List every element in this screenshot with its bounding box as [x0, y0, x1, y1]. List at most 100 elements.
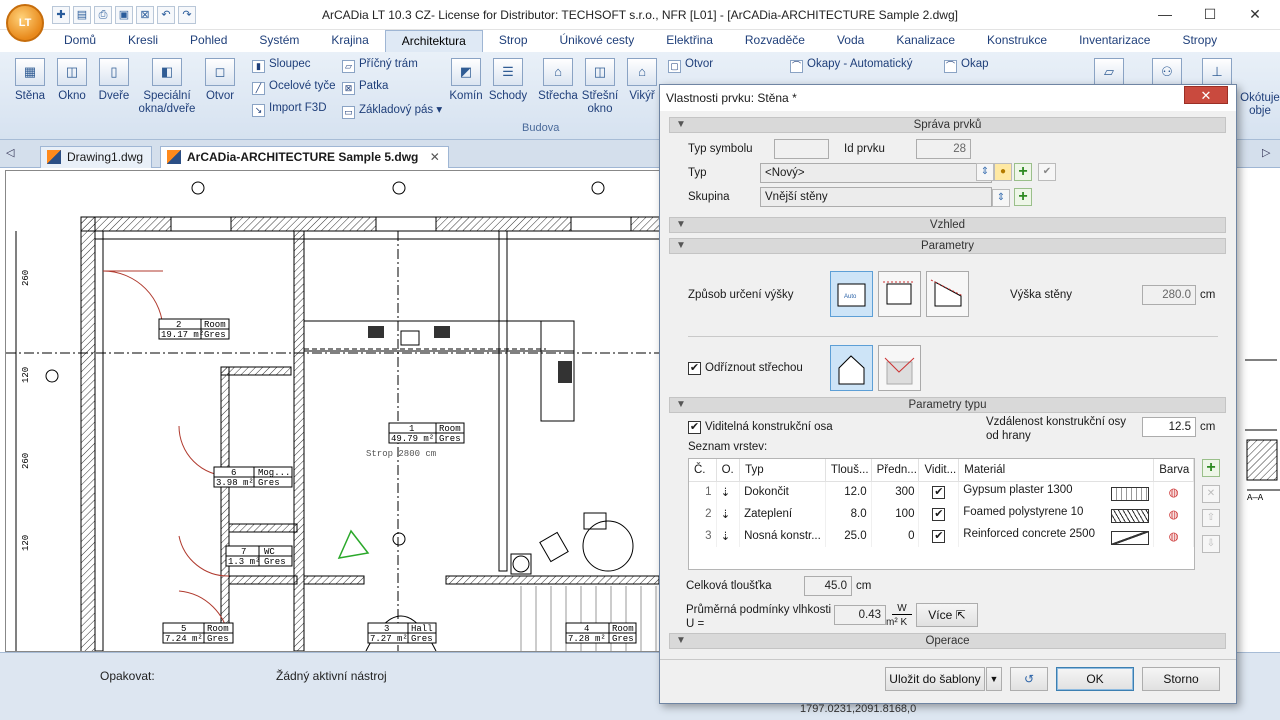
tab-stropy[interactable]: Stropy — [1166, 30, 1233, 52]
close-window-button[interactable]: ✕ — [1240, 4, 1270, 26]
type-dropdown-icon[interactable]: ⇕ — [976, 163, 994, 181]
height-mode-sloped-button[interactable] — [926, 271, 969, 317]
col-type[interactable]: Typ — [739, 459, 826, 482]
layer-visible-checkbox[interactable]: ✔ — [918, 503, 960, 525]
delete-layer-icon[interactable]: ✕ — [1202, 485, 1220, 503]
section-type-parameters[interactable]: ▼ Parametry typu — [669, 397, 1226, 413]
opening-button[interactable]: ◻ Otvor — [202, 58, 238, 103]
table-row[interactable]: 3 ⇣ Nosná konstr... 25.0 0 ✔ Reinforced … — [689, 525, 1194, 547]
tab-strop[interactable]: Strop — [483, 30, 544, 52]
tab-konstrukce[interactable]: Konstrukce — [971, 30, 1063, 52]
col-material[interactable]: Materiál — [958, 459, 1155, 482]
tab-inventarizace[interactable]: Inventarizace — [1063, 30, 1166, 52]
wall-height-field[interactable]: 280.0 — [1142, 285, 1196, 305]
minimize-button[interactable]: — — [1150, 4, 1180, 26]
group-select[interactable]: Vnější stěny — [760, 187, 992, 207]
tab-pohled[interactable]: Pohled — [174, 30, 243, 52]
tab-voda[interactable]: Voda — [821, 30, 880, 52]
tab-elektrina[interactable]: Elektřina — [650, 30, 729, 52]
height-mode-auto-button[interactable]: Auto — [830, 271, 873, 317]
wall-button[interactable]: ▦ Stěna — [12, 58, 48, 103]
restore-button[interactable]: ↺ — [1010, 667, 1048, 691]
orient-icon[interactable]: ⇣ — [716, 525, 741, 547]
tab-unikove-cesty[interactable]: Únikové cesty — [544, 30, 651, 52]
cut-by-roof-checkbox[interactable]: ✔ — [688, 362, 701, 375]
more-button[interactable]: Více ⇱ — [916, 603, 978, 627]
steel-bars-button[interactable]: ╱ Ocelové tyče — [252, 80, 335, 95]
tab-system[interactable]: Systém — [243, 30, 315, 52]
move-layer-up-icon[interactable]: ⇧ — [1202, 509, 1220, 527]
doc-tab-drawing1[interactable]: Drawing1.dwg — [40, 146, 153, 168]
col-color[interactable]: Barva — [1153, 459, 1194, 482]
tabs-scroll-right-icon[interactable]: ▷ — [1262, 146, 1270, 159]
tab-rozvadece[interactable]: Rozvaděče — [729, 30, 821, 52]
roof-window-button[interactable]: ◫ Střešní okno — [580, 58, 620, 116]
add-type-button[interactable]: + — [1014, 163, 1032, 181]
col-no[interactable]: Č. — [689, 459, 717, 482]
height-mode-fixed-button[interactable] — [878, 271, 921, 317]
col-priority[interactable]: Předn... — [871, 459, 920, 482]
import-f3d-button[interactable]: ↘ Import F3D — [252, 102, 327, 117]
tab-architektura[interactable]: Architektura — [384, 30, 483, 52]
col-thickness[interactable]: Tlouš... — [825, 459, 872, 482]
add-layer-button[interactable]: + — [1202, 459, 1220, 477]
doc-tab-sample5[interactable]: ArCADia-ARCHITECTURE Sample 5.dwg ✕ — [160, 146, 449, 168]
special-windows-button[interactable]: ◧ Speciální okna/dveře — [136, 58, 198, 116]
color-picker-icon[interactable]: ◍ — [1153, 481, 1194, 503]
maximize-button[interactable]: ☐ — [1195, 4, 1225, 26]
window-button[interactable]: ◫ Okno — [54, 58, 90, 103]
drawing-canvas-right[interactable]: A—A — [1236, 170, 1280, 652]
axis-distance-field[interactable]: 12.5 — [1142, 417, 1196, 437]
section-element-management[interactable]: ▼ Správa prvků — [669, 117, 1226, 133]
roof-button[interactable]: ⌂ Střecha — [538, 58, 578, 103]
app-logo[interactable]: LT — [6, 4, 44, 42]
tab-krajina[interactable]: Krajina — [315, 30, 384, 52]
col-orient[interactable]: O. — [716, 459, 741, 482]
auto-gutters-button[interactable]: ⌒ Okapy - Automatický — [790, 58, 912, 73]
tab-kanalizace[interactable]: Kanalizace — [880, 30, 971, 52]
roof-cut-mode-b-button[interactable] — [878, 345, 921, 391]
tab-kresli[interactable]: Kresli — [112, 30, 174, 52]
layer-visible-checkbox[interactable]: ✔ — [918, 525, 960, 547]
confirm-type-icon[interactable]: ✔ — [1038, 163, 1056, 181]
footing-button[interactable]: ⊠ Patka — [342, 80, 388, 95]
section-parameters[interactable]: ▼ Parametry — [669, 238, 1226, 254]
ok-button[interactable]: OK — [1056, 667, 1134, 691]
table-row[interactable]: 2 ⇣ Zateplení 8.0 100 ✔ Foamed polystyre… — [689, 503, 1194, 525]
group-dropdown-icon[interactable]: ⇕ — [992, 189, 1010, 207]
drawing-canvas[interactable]: 260 120 260 120 Strop 2800 cm 2 Room 19.17… — [5, 170, 660, 652]
column-button[interactable]: ▮ Sloupec — [252, 58, 311, 73]
section-operations[interactable]: ▼ Operace — [669, 633, 1226, 649]
dialog-close-button[interactable]: ✕ — [1184, 86, 1228, 104]
cancel-button[interactable]: Storno — [1142, 667, 1220, 691]
add-group-button[interactable]: + — [1014, 188, 1032, 206]
dimension-objects-button[interactable]: Okótuje obje — [1240, 92, 1280, 118]
col-visible[interactable]: Vidit... — [918, 459, 960, 482]
layer-visible-checkbox[interactable]: ✔ — [918, 481, 960, 503]
chimney-button[interactable]: ◩ Komín — [448, 58, 484, 103]
orient-icon[interactable]: ⇣ — [716, 481, 741, 503]
opening-small-button[interactable]: ▢ Otvor — [668, 58, 713, 73]
type-select[interactable]: <Nový> — [760, 163, 992, 183]
dormer-button[interactable]: ⌂ Vikýř — [626, 58, 658, 103]
stairs-button[interactable]: ☰ Schody — [488, 58, 528, 103]
section-appearance[interactable]: ▼ Vzhled — [669, 217, 1226, 233]
visible-axis-checkbox[interactable]: ✔ — [688, 421, 701, 434]
table-row[interactable]: 1 ⇣ Dokončit 12.0 300 ✔ Gypsum plaster 1… — [689, 481, 1194, 503]
save-template-dropdown[interactable]: ▼ — [986, 667, 1002, 691]
door-button[interactable]: ▯ Dveře — [96, 58, 132, 103]
type-library-icon[interactable]: ● — [994, 163, 1012, 181]
color-picker-icon[interactable]: ◍ — [1153, 503, 1194, 525]
roof-cut-mode-a-button[interactable] — [830, 345, 873, 391]
save-template-button[interactable]: Uložit do šablony — [885, 667, 985, 691]
tab-domu[interactable]: Domů — [48, 30, 112, 52]
orient-icon[interactable]: ⇣ — [716, 503, 741, 525]
strip-footing-button[interactable]: ▭ Základový pás ▾ — [342, 102, 442, 119]
gutter-button[interactable]: ⌒ Okap — [944, 58, 989, 73]
color-picker-icon[interactable]: ◍ — [1153, 525, 1194, 547]
cross-beam-button[interactable]: ▱ Příčný trám — [342, 58, 418, 73]
tabs-scroll-left-icon[interactable]: ◁ — [6, 146, 14, 159]
close-tab-icon[interactable]: ✕ — [430, 150, 440, 164]
symbol-type-field[interactable] — [774, 139, 829, 159]
move-layer-down-icon[interactable]: ⇩ — [1202, 535, 1220, 553]
